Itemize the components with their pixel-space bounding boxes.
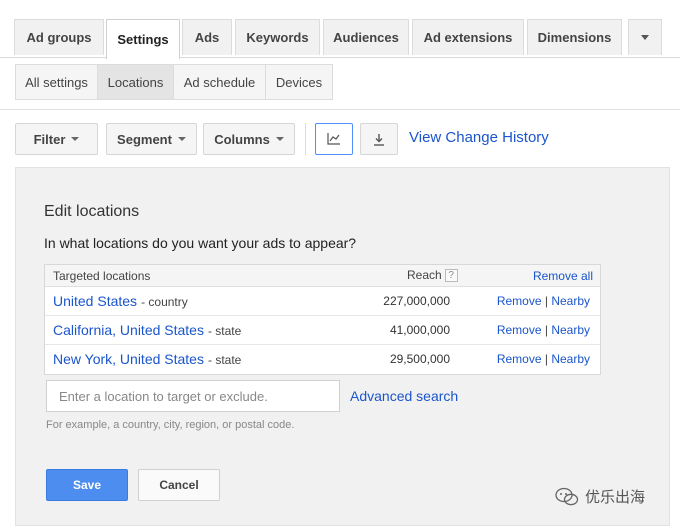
table-row: New York, United States - state 29,500,00…: [45, 345, 600, 374]
tab-settings[interactable]: Settings: [106, 19, 180, 59]
nearby-link[interactable]: Nearby: [551, 294, 590, 308]
subtab-label: Devices: [275, 74, 323, 90]
subtab-label: All settings: [25, 74, 88, 90]
locations-question: In what locations do you want your ads t…: [44, 235, 357, 251]
tab-keywords[interactable]: Keywords: [235, 19, 320, 55]
tab-label: Ads: [194, 30, 220, 45]
location-link[interactable]: United States: [53, 293, 137, 309]
tab-ads[interactable]: Ads: [182, 19, 232, 55]
location-hint: For example, a country, city, region, or…: [46, 419, 295, 431]
row-actions: Remove | Nearby: [497, 323, 590, 337]
row-actions: Remove | Nearby: [497, 294, 590, 308]
subtab-label: Locations: [107, 74, 164, 90]
filter-button[interactable]: Filter: [15, 123, 98, 155]
tab-ad-groups[interactable]: Ad groups: [14, 19, 104, 55]
tab-label: Audiences: [333, 30, 399, 45]
column-header-locations: Targeted locations: [53, 269, 151, 283]
action-separator: |: [544, 294, 548, 308]
location-cell: California, United States - state: [53, 322, 241, 338]
chevron-down-icon: [641, 35, 649, 40]
location-link[interactable]: California, United States: [53, 322, 204, 338]
remove-all-link[interactable]: Remove all: [533, 269, 593, 283]
columns-label: Columns: [214, 131, 270, 147]
nearby-link[interactable]: Nearby: [551, 323, 590, 337]
location-type: - state: [207, 353, 242, 367]
caret-down-icon: [275, 137, 284, 141]
tab-dimensions[interactable]: Dimensions: [527, 19, 622, 55]
action-separator: |: [544, 352, 548, 366]
subtab-label: Ad schedule: [183, 74, 256, 90]
reach-value: 41,000,000: [389, 323, 450, 337]
targeted-locations-table: Targeted locations Reach ? Remove all Un…: [44, 264, 601, 375]
tab-label: Dimensions: [537, 30, 612, 45]
filter-label: Filter: [33, 131, 66, 147]
toggle-chart-button[interactable]: [315, 123, 353, 155]
download-icon: [374, 133, 384, 146]
table-row: United States - country 227,000,000 Remov…: [45, 287, 600, 316]
location-cell: United States - country: [53, 293, 188, 309]
location-cell: New York, United States - state: [53, 351, 241, 367]
segment-button[interactable]: Segment: [106, 123, 197, 155]
wechat-icon: [555, 487, 579, 505]
save-button[interactable]: Save: [46, 469, 128, 501]
caret-down-icon: [177, 137, 186, 141]
location-link[interactable]: New York, United States: [53, 351, 204, 367]
location-type: - state: [207, 324, 242, 338]
remove-link[interactable]: Remove: [497, 323, 542, 337]
subtab-all-settings[interactable]: All settings: [15, 64, 98, 100]
nearby-link[interactable]: Nearby: [551, 352, 590, 366]
subtab-locations[interactable]: Locations: [97, 64, 174, 100]
watermark: 优乐出海: [555, 486, 645, 507]
download-button[interactable]: [360, 123, 398, 155]
table-header: Targeted locations Reach ? Remove all: [45, 265, 600, 287]
subtab-devices[interactable]: Devices: [265, 64, 333, 100]
reach-value: 29,500,000: [389, 352, 450, 366]
remove-link[interactable]: Remove: [497, 352, 542, 366]
column-header-reach: Reach ?: [407, 268, 458, 282]
remove-link[interactable]: Remove: [497, 294, 542, 308]
panel-title: Edit locations: [44, 203, 140, 220]
tab-label: Ad extensions: [423, 30, 513, 45]
location-type: - country: [141, 295, 188, 309]
campaign-tabs: Ad groups Settings Ads Keywords Audience…: [0, 0, 680, 59]
tab-audiences[interactable]: Audiences: [323, 19, 409, 55]
view-change-history-link[interactable]: View Change History: [409, 129, 549, 146]
row-actions: Remove | Nearby: [497, 352, 590, 366]
help-icon[interactable]: ?: [444, 268, 458, 282]
edit-locations-panel: Edit locations In what locations do you …: [15, 167, 670, 526]
columns-button[interactable]: Columns: [203, 123, 295, 155]
segment-label: Segment: [117, 131, 172, 147]
tab-label: Ad groups: [26, 30, 92, 45]
tab-label: Settings: [117, 32, 169, 47]
reach-value: 227,000,000: [383, 294, 450, 308]
settings-subtabs: All settings Locations Ad schedule Devic…: [0, 58, 680, 110]
watermark-text: 优乐出海: [585, 489, 646, 506]
action-separator: |: [544, 323, 548, 337]
tab-label: Keywords: [246, 30, 309, 45]
reach-label: Reach: [407, 268, 442, 282]
tab-ad-extensions[interactable]: Ad extensions: [412, 19, 524, 55]
location-search-input[interactable]: [46, 380, 340, 412]
line-chart-icon: [327, 133, 340, 145]
table-row: California, United States - state 41,000,…: [45, 316, 600, 345]
subtab-ad-schedule[interactable]: Ad schedule: [173, 64, 266, 100]
cancel-button[interactable]: Cancel: [138, 469, 220, 501]
advanced-search-link[interactable]: Advanced search: [350, 388, 458, 404]
caret-down-icon: [71, 137, 80, 141]
toolbar-divider: [305, 123, 306, 155]
more-tabs-button[interactable]: [628, 19, 662, 55]
